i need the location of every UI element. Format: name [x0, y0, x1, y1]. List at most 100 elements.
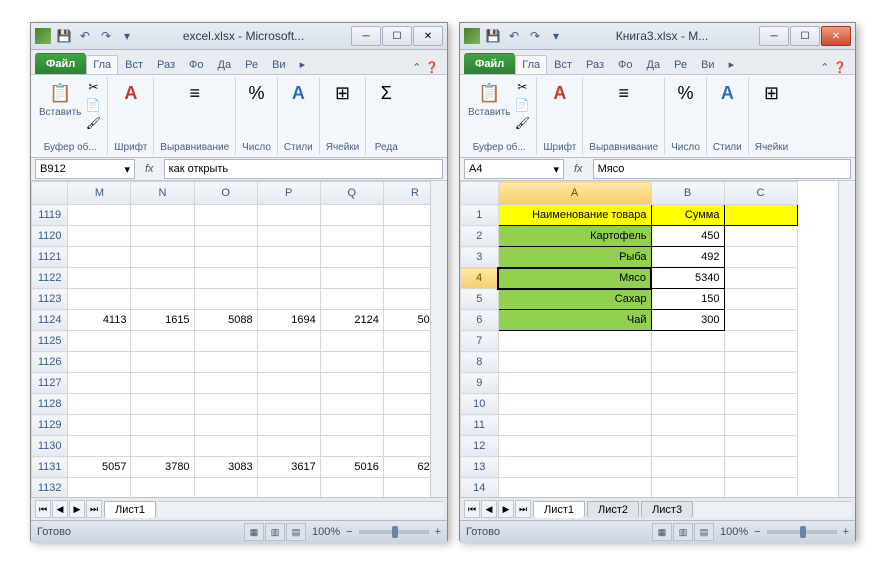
cell[interactable]: 1615	[131, 310, 194, 331]
row-header[interactable]: 1128	[32, 394, 68, 415]
zoom-out-icon[interactable]: −	[754, 526, 760, 538]
cell[interactable]	[651, 352, 724, 373]
help-icon[interactable]: ❓	[425, 61, 439, 74]
cell[interactable]	[498, 373, 651, 394]
cell[interactable]: Чай	[498, 310, 651, 331]
cell[interactable]	[131, 226, 194, 247]
undo-icon[interactable]: ↶	[76, 27, 94, 45]
zoom-slider[interactable]	[359, 530, 429, 534]
cell[interactable]	[320, 331, 383, 352]
cell[interactable]	[498, 394, 651, 415]
row-header[interactable]: 8	[461, 352, 499, 373]
maximize-button[interactable]: ☐	[382, 26, 412, 46]
cell[interactable]	[131, 373, 194, 394]
cell[interactable]: 492	[651, 247, 724, 268]
sheet-nav-next[interactable]: ▶	[498, 500, 514, 518]
cell[interactable]: 5340	[651, 268, 724, 289]
horizontal-scrollbar[interactable]	[158, 501, 443, 518]
styles-icon[interactable]: A	[284, 79, 312, 107]
cell[interactable]: 2124	[320, 310, 383, 331]
sheet-nav-last[interactable]: ⏭	[515, 500, 531, 518]
cell[interactable]	[194, 205, 257, 226]
cell[interactable]	[257, 415, 320, 436]
maximize-button[interactable]: ☐	[790, 26, 820, 46]
cell[interactable]	[68, 268, 131, 289]
tab-more[interactable]: ▸	[293, 54, 313, 74]
sheet-nav-prev[interactable]: ◀	[52, 500, 68, 518]
zoom-level[interactable]: 100%	[312, 526, 340, 538]
cell[interactable]	[131, 352, 194, 373]
cell[interactable]	[320, 205, 383, 226]
cell[interactable]	[257, 394, 320, 415]
cell[interactable]	[131, 268, 194, 289]
row-header[interactable]: 1	[461, 205, 499, 226]
cell[interactable]	[651, 394, 724, 415]
vertical-scrollbar[interactable]	[838, 181, 855, 497]
row-header[interactable]: 1121	[32, 247, 68, 268]
close-button[interactable]: ✕	[821, 26, 851, 46]
number-icon[interactable]: %	[243, 79, 271, 107]
zoom-in-icon[interactable]: +	[843, 526, 849, 538]
cell[interactable]	[131, 478, 194, 498]
cell[interactable]	[68, 415, 131, 436]
titlebar[interactable]: 💾 ↶ ↷ ▾ Книга3.xlsx - M... ─ ☐ ✕	[460, 23, 855, 50]
cell[interactable]	[724, 436, 797, 457]
cell[interactable]	[724, 205, 797, 226]
cell[interactable]: 150	[651, 289, 724, 310]
sheet-nav-first[interactable]: ⏮	[464, 500, 480, 518]
tab-layout[interactable]: Раз	[150, 55, 182, 74]
spreadsheet-grid[interactable]: ABC1Наименование товараСумма2Картофель45…	[460, 181, 855, 497]
align-icon[interactable]: ≡	[181, 79, 209, 107]
format-painter-icon[interactable]: 🖌	[85, 115, 101, 131]
cell[interactable]	[68, 226, 131, 247]
row-header[interactable]: 1130	[32, 436, 68, 457]
cell[interactable]	[320, 436, 383, 457]
cell[interactable]	[724, 268, 797, 289]
cell[interactable]: Мясо	[498, 268, 651, 289]
row-header[interactable]: 1122	[32, 268, 68, 289]
cell[interactable]	[194, 268, 257, 289]
col-header[interactable]: N	[131, 182, 194, 205]
spreadsheet-grid[interactable]: MNOPQR1119112011211122112311244113161550…	[31, 181, 447, 497]
row-header[interactable]: 1132	[32, 478, 68, 498]
cell[interactable]	[194, 394, 257, 415]
cell[interactable]	[194, 373, 257, 394]
cells-icon[interactable]: ⊞	[757, 79, 785, 107]
formula-input[interactable]	[593, 159, 851, 179]
undo-icon[interactable]: ↶	[505, 27, 523, 45]
cell[interactable]	[194, 352, 257, 373]
col-header[interactable]: Q	[320, 182, 383, 205]
col-header[interactable]: B	[651, 182, 724, 205]
cell[interactable]: 4113	[68, 310, 131, 331]
cell[interactable]	[257, 268, 320, 289]
cell[interactable]	[194, 331, 257, 352]
row-header[interactable]: 1126	[32, 352, 68, 373]
cell[interactable]	[257, 289, 320, 310]
paste-icon[interactable]: 📋	[475, 79, 503, 107]
cell[interactable]	[320, 247, 383, 268]
sheet-tab[interactable]: Лист1	[533, 501, 585, 518]
cell[interactable]	[724, 289, 797, 310]
row-header[interactable]: 4	[461, 268, 499, 289]
cell[interactable]	[131, 247, 194, 268]
cell[interactable]: Наименование товара	[498, 205, 651, 226]
number-icon[interactable]: %	[672, 79, 700, 107]
name-box[interactable]: B912▾	[35, 159, 135, 179]
cell[interactable]	[257, 247, 320, 268]
cell[interactable]	[724, 373, 797, 394]
cell[interactable]	[651, 436, 724, 457]
formula-input[interactable]	[164, 159, 443, 179]
cell[interactable]	[498, 415, 651, 436]
cell[interactable]	[257, 226, 320, 247]
cell[interactable]	[257, 478, 320, 498]
cut-icon[interactable]: ✂	[514, 79, 530, 95]
cell[interactable]	[498, 331, 651, 352]
cell[interactable]	[320, 289, 383, 310]
cell[interactable]	[131, 415, 194, 436]
row-header[interactable]: 1131	[32, 457, 68, 478]
sheet-nav-next[interactable]: ▶	[69, 500, 85, 518]
cell[interactable]	[68, 478, 131, 498]
cell[interactable]	[651, 331, 724, 352]
sheet-nav-first[interactable]: ⏮	[35, 500, 51, 518]
copy-icon[interactable]: 📄	[85, 97, 101, 113]
